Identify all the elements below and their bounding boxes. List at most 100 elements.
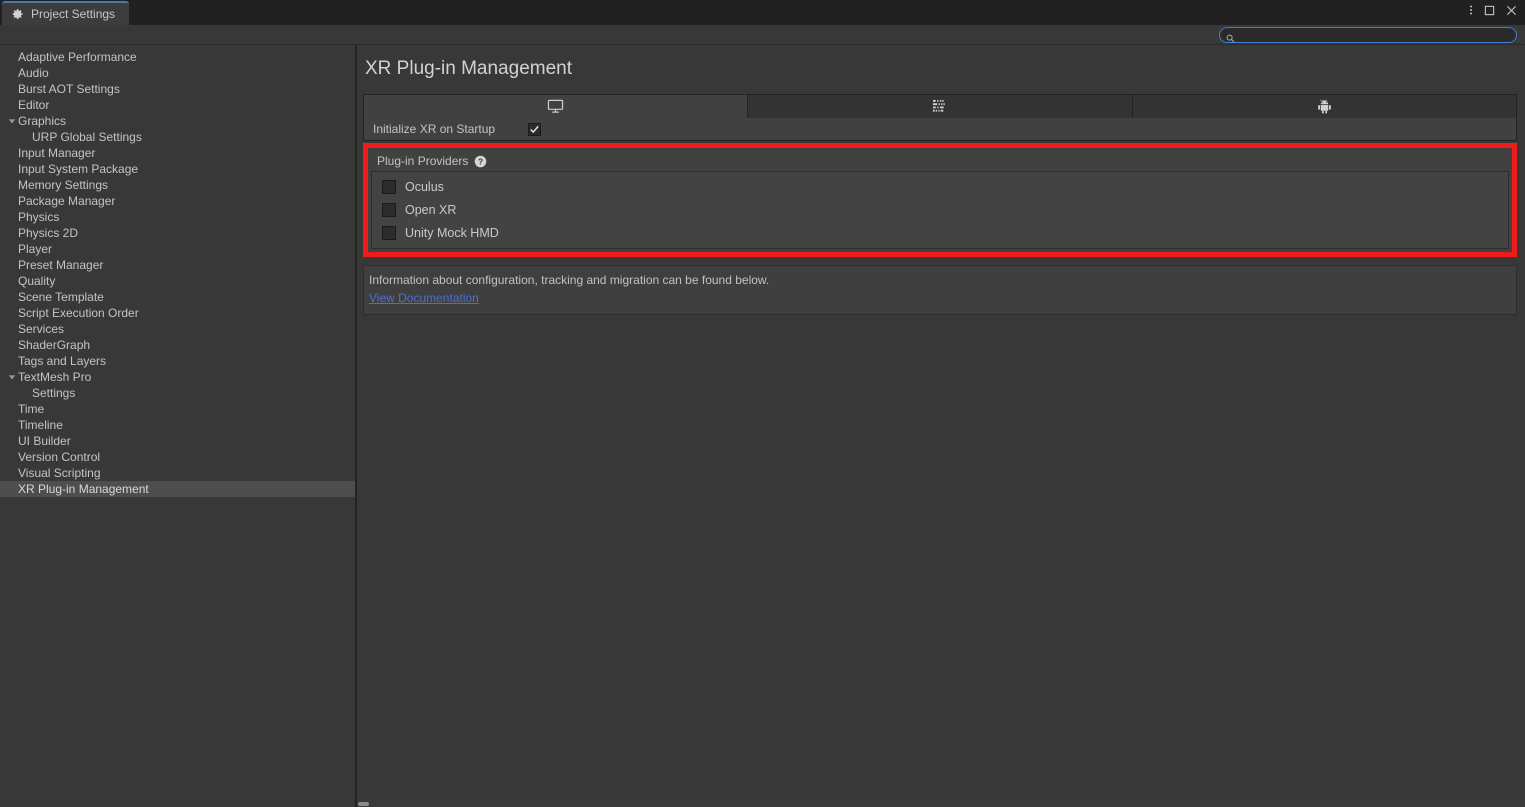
chevron-down-icon[interactable] (6, 373, 17, 381)
sidebar-item-label: TextMesh Pro (17, 370, 91, 384)
provider-label: Unity Mock HMD (405, 226, 499, 240)
sidebar-item-label: Memory Settings (17, 178, 108, 192)
documentation-info-box: Information about configuration, trackin… (363, 265, 1517, 315)
plugin-providers-list: Oculus Open XR Unity Mock HMD (371, 171, 1509, 249)
close-icon[interactable] (1506, 5, 1517, 16)
sidebar-item-package-manager[interactable]: Package Manager (0, 193, 355, 209)
provider-label: Oculus (405, 180, 444, 194)
sidebar-item-tags-and-layers[interactable]: Tags and Layers (0, 353, 355, 369)
svg-text:?: ? (478, 156, 483, 166)
sidebar-item-textmesh-pro[interactable]: TextMesh Pro (0, 369, 355, 385)
search-icon (1226, 30, 1235, 39)
settings-content: Initialize XR on Startup Plug-in Provide… (356, 94, 1525, 315)
sidebar-item-shadergraph[interactable]: ShaderGraph (0, 337, 355, 353)
sidebar-item-editor[interactable]: Editor (0, 97, 355, 113)
tab-standalone[interactable] (364, 95, 748, 118)
sidebar-item-quality[interactable]: Quality (0, 273, 355, 289)
sidebar-divider (356, 45, 357, 807)
provider-checkbox[interactable] (382, 226, 396, 240)
plugin-providers-panel: Plug-in Providers ? Oculus Open XR Unity M… (368, 148, 1512, 252)
documentation-info-text: Information about configuration, trackin… (369, 272, 1516, 289)
sidebar-item-label: URP Global Settings (17, 130, 142, 144)
provider-row[interactable]: Oculus (372, 175, 1508, 198)
sidebar-item-label: Input System Package (17, 162, 138, 176)
sidebar-item-label: Tags and Layers (17, 354, 106, 368)
sidebar-item-label: Preset Manager (17, 258, 103, 272)
chevron-down-icon[interactable] (6, 117, 17, 125)
plugin-providers-title: Plug-in Providers (377, 154, 468, 168)
help-icon[interactable]: ? (474, 155, 487, 168)
windows-store-icon (932, 99, 947, 114)
sidebar-item-label: Burst AOT Settings (17, 82, 120, 96)
more-options-icon[interactable] (1469, 3, 1473, 17)
sidebar-item-label: Physics 2D (17, 226, 78, 240)
settings-sidebar[interactable]: Adaptive PerformanceAudio Burst AOT Setti… (0, 45, 356, 807)
sidebar-item-label: Settings (17, 386, 75, 400)
sidebar-item-label: Time (17, 402, 44, 416)
sidebar-item-scene-template[interactable]: Scene Template (0, 289, 355, 305)
sidebar-item-urp-global-settings[interactable]: URP Global Settings (0, 129, 355, 145)
settings-nav-list: Adaptive PerformanceAudio Burst AOT Setti… (0, 49, 355, 497)
initialize-xr-label: Initialize XR on Startup (373, 122, 528, 136)
sidebar-item-label: Scene Template (17, 290, 104, 304)
tab-android[interactable] (1133, 95, 1516, 118)
initialize-xr-checkbox[interactable] (528, 123, 541, 136)
sidebar-item-services[interactable]: Services (0, 321, 355, 337)
tab-uwp[interactable] (748, 95, 1132, 118)
provider-label: Open XR (405, 203, 456, 217)
sidebar-item-input-manager[interactable]: Input Manager (0, 145, 355, 161)
sidebar-item-label: Input Manager (17, 146, 95, 160)
sidebar-item-label: Player (17, 242, 52, 256)
sidebar-item-player[interactable]: Player (0, 241, 355, 257)
sidebar-item-label: Services (17, 322, 64, 336)
sidebar-item-time[interactable]: Time (0, 401, 355, 417)
sidebar-item-xr-plug-in-management[interactable]: XR Plug-in Management (0, 481, 355, 497)
sidebar-item-preset-manager[interactable]: Preset Manager (0, 257, 355, 273)
sidebar-item-label: XR Plug-in Management (17, 482, 149, 496)
search-bar (0, 25, 1525, 45)
settings-main-panel: XR Plug-in Management Initialize XR on S… (356, 45, 1525, 807)
sidebar-item-graphics[interactable]: Graphics (0, 113, 355, 129)
sidebar-item-input-system-package[interactable]: Input System Package (0, 161, 355, 177)
search-input[interactable] (1239, 29, 1510, 41)
sidebar-item-memory-settings[interactable]: Memory Settings (0, 177, 355, 193)
sidebar-item-label: Audio (17, 66, 49, 80)
initialize-xr-row[interactable]: Initialize XR on Startup (364, 118, 1516, 140)
sidebar-item-burst-aot-settings[interactable]: Burst AOT Settings (0, 81, 355, 97)
xr-settings-box: Initialize XR on Startup (363, 118, 1517, 141)
page-title: XR Plug-in Management (356, 45, 1525, 94)
provider-row[interactable]: Unity Mock HMD (372, 221, 1508, 244)
sidebar-item-visual-scripting[interactable]: Visual Scripting (0, 465, 355, 481)
sidebar-item-adaptive-performance[interactable]: Adaptive Performance (0, 49, 355, 65)
window-body: Adaptive PerformanceAudio Burst AOT Setti… (0, 45, 1525, 807)
sidebar-item-ui-builder[interactable]: UI Builder (0, 433, 355, 449)
sidebar-item-label: Version Control (17, 450, 100, 464)
horizontal-scrollbar[interactable] (357, 801, 1525, 807)
window-controls (1469, 3, 1517, 17)
provider-checkbox[interactable] (382, 203, 396, 217)
provider-checkbox[interactable] (382, 180, 396, 194)
tab-project-settings-label: Project Settings (31, 7, 115, 21)
android-icon (1317, 99, 1332, 114)
desktop-icon (547, 99, 564, 114)
sidebar-item-label: Quality (17, 274, 55, 288)
tab-project-settings[interactable]: Project Settings (2, 1, 129, 25)
sidebar-item-label: Physics (17, 210, 59, 224)
sidebar-item-settings[interactable]: Settings (0, 385, 355, 401)
gear-icon (12, 8, 24, 20)
sidebar-item-timeline[interactable]: Timeline (0, 417, 355, 433)
plugin-providers-header: Plug-in Providers ? (371, 151, 1509, 171)
sidebar-item-audio[interactable]: Audio (0, 65, 355, 81)
project-settings-window: Project Settings (0, 0, 1525, 807)
provider-row[interactable]: Open XR (372, 198, 1508, 221)
horizontal-scrollbar-thumb[interactable] (358, 802, 369, 806)
sidebar-item-physics[interactable]: Physics (0, 209, 355, 225)
sidebar-item-version-control[interactable]: Version Control (0, 449, 355, 465)
plugin-providers-highlight: Plug-in Providers ? Oculus Open XR Unity M… (363, 143, 1517, 257)
sidebar-item-physics-2d[interactable]: Physics 2D (0, 225, 355, 241)
view-documentation-link[interactable]: View Documentation (369, 290, 479, 307)
maximize-icon[interactable] (1484, 5, 1495, 16)
sidebar-item-script-execution-order[interactable]: Script Execution Order (0, 305, 355, 321)
sidebar-item-label: Visual Scripting (17, 466, 101, 480)
search-box[interactable] (1219, 27, 1517, 43)
